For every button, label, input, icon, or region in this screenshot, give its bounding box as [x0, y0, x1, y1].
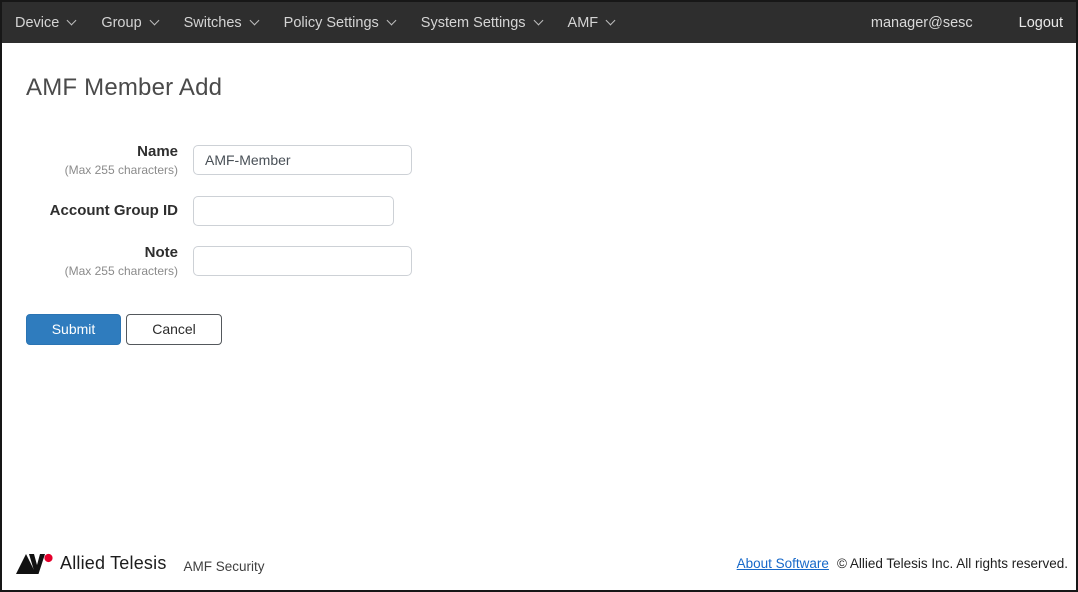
main-content: AMF Member Add Name (Max 255 characters)… [2, 43, 1076, 545]
nav-item-system-settings[interactable]: System Settings [421, 15, 542, 31]
nav-item-label: Policy Settings [284, 15, 379, 31]
cancel-button[interactable]: Cancel [126, 314, 222, 345]
page-title: AMF Member Add [26, 74, 1052, 102]
nav-item-label: Device [15, 15, 59, 31]
allied-telesis-logo-icon [16, 553, 53, 574]
nav-menu: Device Group Switches Policy Settings Sy… [15, 15, 614, 31]
chevron-down-icon [67, 16, 77, 26]
page-footer: Allied Telesis AMF Security About Softwa… [2, 545, 1076, 590]
nav-item-amf[interactable]: AMF [568, 15, 615, 31]
nav-item-label: Group [101, 15, 141, 31]
name-hint: (Max 255 characters) [26, 163, 178, 177]
nav-item-label: System Settings [421, 15, 526, 31]
about-software-link[interactable]: About Software [737, 556, 829, 571]
nav-item-group[interactable]: Group [101, 15, 157, 31]
chevron-down-icon [533, 16, 543, 26]
chevron-down-icon [386, 16, 396, 26]
nav-item-policy-settings[interactable]: Policy Settings [284, 15, 395, 31]
note-input[interactable] [193, 246, 412, 276]
brand-block: Allied Telesis AMF Security [16, 553, 265, 574]
note-hint: (Max 255 characters) [26, 264, 178, 278]
account-group-id-input[interactable] [193, 196, 394, 226]
nav-item-switches[interactable]: Switches [184, 15, 258, 31]
form-buttons: Submit Cancel [26, 314, 1052, 345]
chevron-down-icon [606, 16, 616, 26]
copyright-text: © Allied Telesis Inc. All rights reserve… [837, 556, 1068, 571]
account-group-id-label: Account Group ID [26, 203, 178, 219]
nav-right-group: manager@sesc Logout [871, 15, 1063, 31]
name-input-col [193, 145, 412, 175]
account-group-id-field-row: Account Group ID [26, 196, 1052, 226]
account-group-id-label-block: Account Group ID [26, 203, 178, 219]
chevron-down-icon [149, 16, 159, 26]
account-group-id-input-col [193, 196, 394, 226]
submit-button[interactable]: Submit [26, 314, 121, 345]
product-name: AMF Security [184, 559, 265, 574]
top-navbar: Device Group Switches Policy Settings Sy… [2, 2, 1076, 43]
note-label-block: Note (Max 255 characters) [26, 245, 178, 278]
app-window: Device Group Switches Policy Settings Sy… [0, 0, 1078, 592]
brand-name: Allied Telesis [60, 553, 167, 574]
amf-member-add-form: Name (Max 255 characters) Account Group … [26, 144, 1052, 345]
name-field-row: Name (Max 255 characters) [26, 144, 1052, 177]
note-field-row: Note (Max 255 characters) [26, 245, 1052, 278]
name-label: Name [26, 144, 178, 160]
note-label: Note [26, 245, 178, 261]
logged-in-user: manager@sesc [871, 15, 973, 31]
footer-right-group: About Software © Allied Telesis Inc. All… [737, 556, 1068, 571]
nav-item-label: AMF [568, 15, 599, 31]
name-label-block: Name (Max 255 characters) [26, 144, 178, 177]
name-input[interactable] [193, 145, 412, 175]
logout-button[interactable]: Logout [1019, 15, 1063, 31]
nav-item-device[interactable]: Device [15, 15, 75, 31]
nav-item-label: Switches [184, 15, 242, 31]
note-input-col [193, 246, 412, 276]
chevron-down-icon [249, 16, 259, 26]
